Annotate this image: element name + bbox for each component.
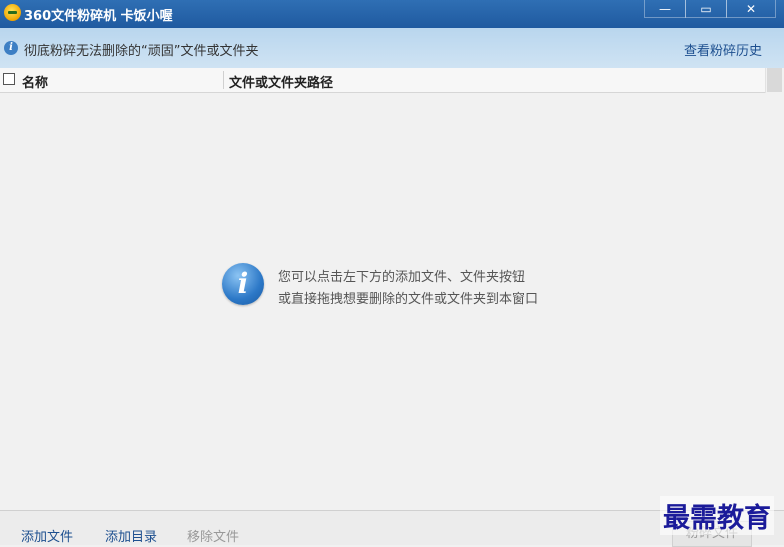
info-bar: i 彻底粉碎无法删除的“顽固”文件或文件夹 查看粉碎历史 — [0, 28, 784, 68]
column-divider[interactable] — [223, 71, 224, 89]
info-icon: i — [4, 41, 18, 55]
select-all-checkbox[interactable] — [3, 73, 15, 85]
app-logo-icon — [4, 4, 21, 21]
vertical-scrollbar[interactable] — [765, 68, 784, 510]
table-header: 名称 文件或文件夹路径 — [0, 68, 766, 93]
add-directory-button[interactable]: 添加目录 — [105, 526, 157, 545]
maximize-button[interactable]: ▭ — [685, 0, 727, 18]
column-header-name[interactable]: 名称 — [22, 72, 48, 91]
watermark: 最需教育 — [660, 496, 774, 535]
scrollbar-thumb[interactable] — [767, 68, 782, 92]
file-list-area[interactable]: i 您可以点击左下方的添加文件、文件夹按钮 或直接拖拽想要删除的文件或文件夹到本… — [0, 93, 766, 510]
info-text: 彻底粉碎无法删除的“顽固”文件或文件夹 — [24, 44, 259, 59]
window-title: 360文件粉碎机 卡饭小喔 — [24, 9, 173, 24]
column-header-path[interactable]: 文件或文件夹路径 — [229, 72, 333, 91]
remove-file-button[interactable]: 移除文件 — [187, 526, 239, 545]
empty-hint-line-2: 或直接拖拽想要删除的文件或文件夹到本窗口 — [278, 292, 539, 307]
window-controls: — ▭ ✕ — [644, 0, 776, 18]
view-history-link[interactable]: 查看粉碎历史 — [684, 40, 762, 59]
minimize-button[interactable]: — — [644, 0, 686, 18]
close-button[interactable]: ✕ — [726, 0, 776, 18]
info-icon: i — [222, 263, 264, 305]
add-file-button[interactable]: 添加文件 — [21, 526, 73, 545]
title-bar: 360文件粉碎机 卡饭小喔 — ▭ ✕ — [0, 0, 784, 28]
empty-hint-line-1: 您可以点击左下方的添加文件、文件夹按钮 — [278, 270, 526, 285]
